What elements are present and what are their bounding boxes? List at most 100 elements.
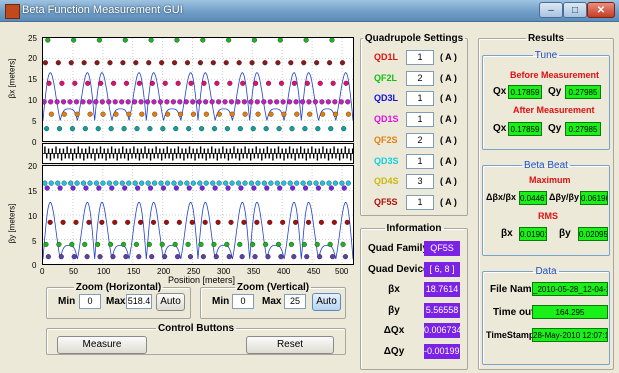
lattice-element — [261, 153, 263, 161]
beta-y-marker — [203, 180, 209, 186]
quad-current-input-qf5s[interactable]: 1 — [406, 194, 434, 210]
lattice-element — [242, 153, 244, 159]
lattice-element — [157, 153, 159, 159]
beta-x-marker — [262, 60, 268, 66]
lattice-element — [149, 153, 152, 161]
maximum-label: Maximum — [529, 175, 571, 185]
quad-current-input-qf2l[interactable]: 2 — [406, 70, 434, 86]
lattice-element — [337, 148, 339, 154]
beta-y-marker — [177, 180, 183, 186]
beta-y-marker — [123, 254, 129, 260]
zoom-h-max-label: Max — [106, 296, 126, 307]
beta-x-marker — [146, 60, 152, 66]
zoom-h-max-input[interactable]: 518.4 — [126, 294, 152, 309]
beta-y-marker — [80, 180, 87, 186]
quad-current-input-qf2s[interactable]: 2 — [406, 132, 434, 148]
lattice-element — [322, 146, 324, 154]
zoom-v-max-input[interactable]: 25 — [284, 294, 306, 309]
reset-button[interactable]: Reset — [246, 336, 334, 354]
y-tick: 0 — [32, 261, 37, 270]
lattice-element — [173, 148, 176, 154]
beta-x-marker — [190, 99, 196, 105]
beta-x-marker — [46, 80, 52, 86]
beta-y-marker — [280, 219, 286, 225]
beta-y-plot[interactable] — [42, 165, 354, 265]
beta-x-marker — [123, 80, 130, 86]
beta-x-marker — [99, 99, 105, 105]
lattice-element — [248, 148, 250, 154]
x-tick: 50 — [69, 267, 78, 276]
lattice-element — [55, 146, 57, 154]
beta-x-marker — [160, 126, 166, 132]
beta-x-marker — [281, 111, 287, 117]
lattice-element — [346, 153, 348, 159]
quad-name-qd3s: QD3S — [374, 155, 399, 166]
beta-y-marker — [215, 219, 221, 225]
beta-x-marker — [152, 111, 158, 117]
beta-x-marker — [294, 111, 300, 117]
beta-y-marker — [327, 241, 333, 247]
beta-x-marker — [188, 80, 194, 86]
beta-x-marker — [44, 126, 50, 132]
info-value: 18.7614 — [424, 282, 460, 297]
beta-y-marker — [87, 180, 93, 186]
lattice-element — [57, 153, 59, 159]
beta-y-marker — [248, 180, 255, 186]
lattice-element — [283, 153, 285, 161]
beta-y-marker — [86, 219, 92, 225]
lattice-element — [312, 153, 315, 159]
beta-y-marker — [44, 185, 50, 191]
maximize-button[interactable]: □ — [563, 2, 587, 18]
measure-button[interactable]: Measure — [57, 336, 147, 354]
quad-current-input-qd4s[interactable]: 3 — [406, 174, 434, 190]
quad-current-input-qd3l[interactable]: 1 — [406, 91, 434, 107]
beta-y-marker — [267, 219, 273, 225]
beta-y-plot-svg — [43, 166, 353, 264]
beta-y-marker — [149, 254, 155, 260]
beta-x-marker — [304, 80, 310, 86]
quad-current-input-qd3s[interactable]: 1 — [406, 153, 434, 169]
lattice-element — [109, 153, 111, 159]
beta-y-marker — [135, 185, 141, 191]
lattice-element — [218, 148, 220, 154]
lattice-element — [47, 148, 50, 154]
beta-x-marker — [325, 99, 331, 105]
beta-x-marker — [329, 38, 335, 43]
close-button[interactable]: ✕ — [587, 2, 615, 18]
beta-x-plot[interactable] — [42, 37, 354, 142]
lattice-element — [64, 153, 66, 159]
info-label: βy — [388, 304, 400, 316]
lattice-element — [307, 148, 309, 154]
beta-x-marker — [190, 111, 197, 117]
lattice-element — [348, 148, 350, 154]
zoom-h-min-input[interactable]: 0 — [79, 294, 101, 309]
zoom-v-auto-button[interactable]: Auto — [312, 293, 341, 311]
zoom-v-min-input[interactable]: 0 — [232, 294, 254, 309]
quad-current-input-qd1l[interactable]: 1 — [406, 50, 434, 65]
beta-y-marker — [329, 254, 336, 260]
beta-y-marker — [302, 185, 309, 191]
zoom-h-auto-button[interactable]: Auto — [156, 293, 185, 311]
lattice-element — [96, 148, 98, 154]
lattice-element — [324, 153, 326, 159]
beta-y-marker — [189, 219, 195, 225]
lattice-element — [160, 153, 163, 161]
beta-x-marker — [299, 99, 306, 105]
beta-x-marker — [268, 111, 274, 117]
info-value: 0.0067345 — [424, 323, 460, 338]
lattice-element — [262, 148, 265, 154]
lattice-element — [185, 148, 187, 154]
beta-x-marker — [228, 99, 235, 105]
beta-x-marker — [108, 126, 114, 132]
quad-current-input-qd1s[interactable]: 1 — [406, 112, 434, 128]
quad-name-qf2l: QF2L — [374, 72, 398, 83]
beta-x-marker — [266, 80, 272, 86]
beta-y-marker — [241, 219, 247, 225]
quad-unit-label: ( A ) — [440, 155, 457, 166]
lattice-element — [277, 146, 280, 154]
beta-y-axis-label: βy [meters] — [7, 203, 17, 244]
beta-x-marker — [162, 80, 168, 86]
y-tick: 15 — [28, 187, 37, 196]
minimize-button[interactable]: – — [539, 2, 563, 18]
beta-y-marker — [225, 185, 231, 191]
